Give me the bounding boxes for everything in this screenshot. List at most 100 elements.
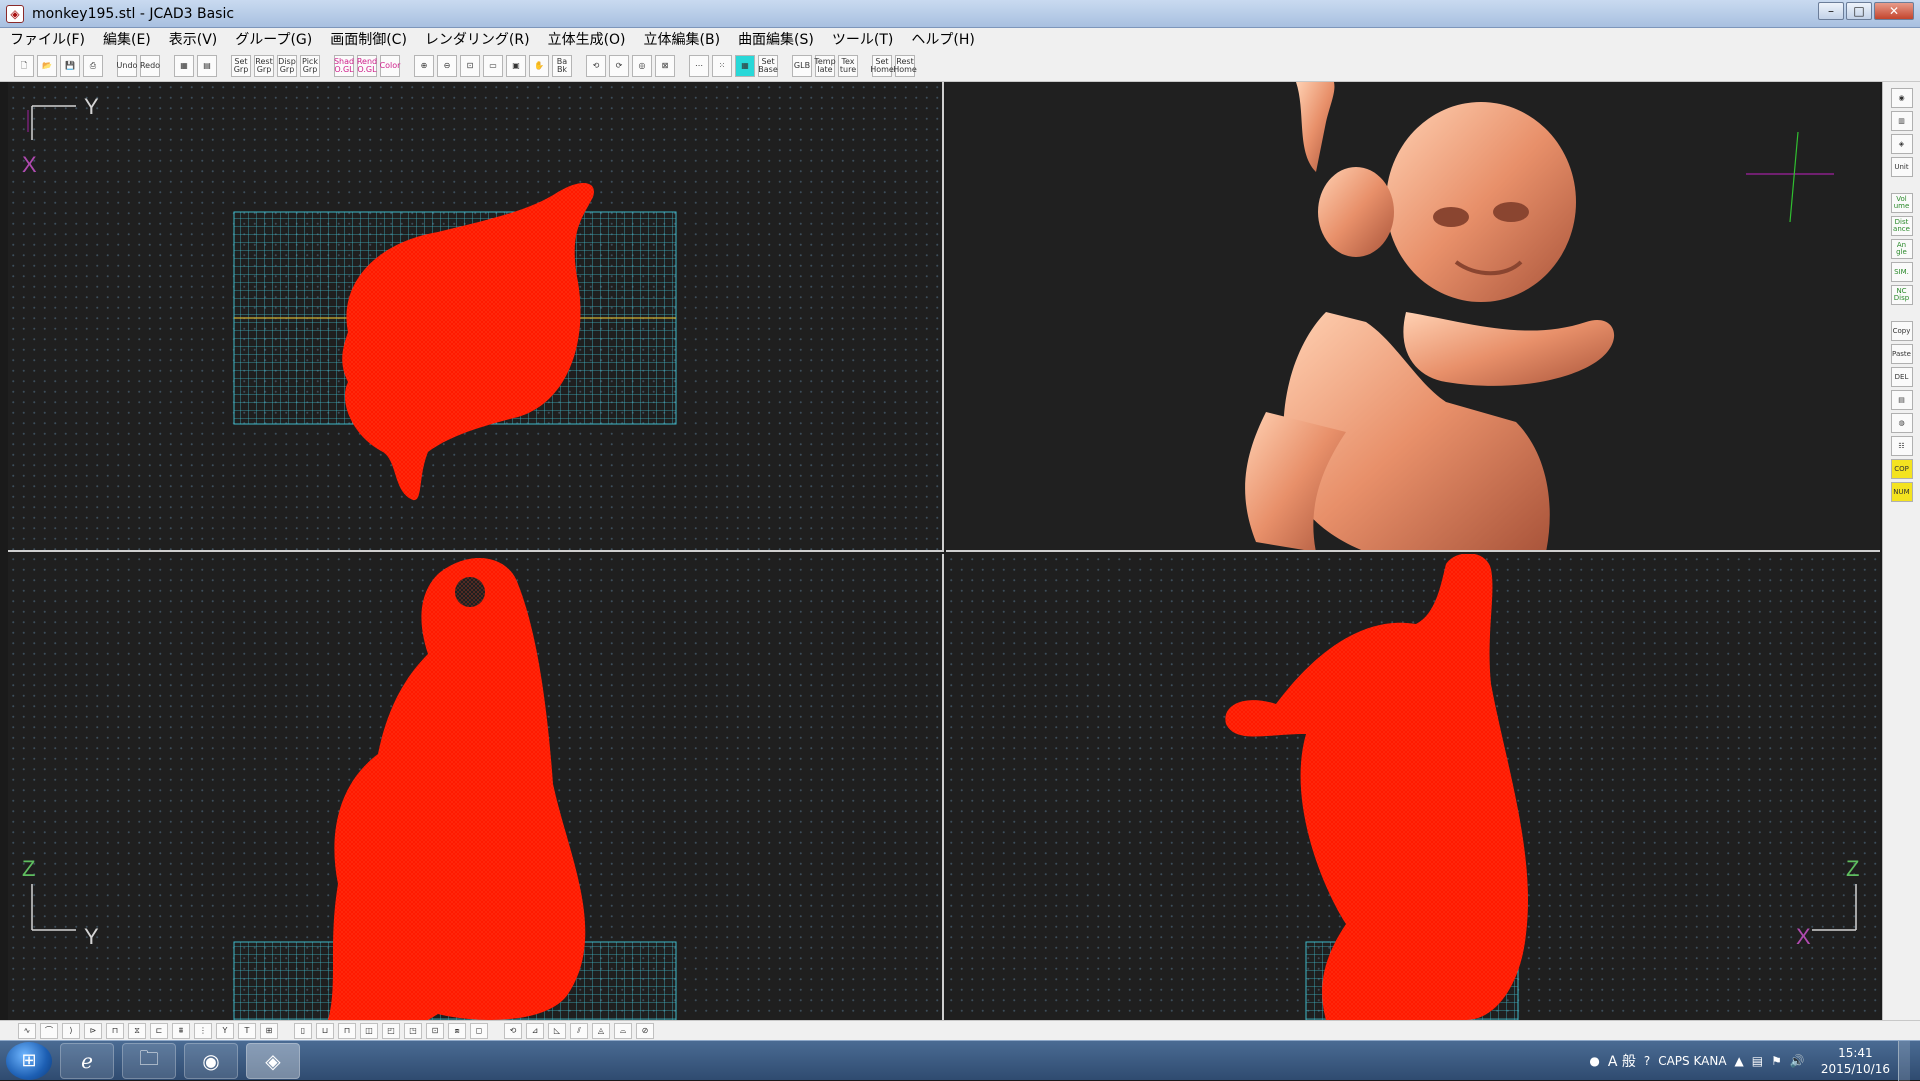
tool-icon[interactable]: ⊔ <box>316 1022 334 1039</box>
set-home-button[interactable]: Set Home <box>870 54 894 77</box>
eye-icon[interactable]: ◉ <box>1890 88 1913 108</box>
menu-view[interactable]: 表示(V) <box>167 29 220 49</box>
tool-icon[interactable]: ⫽ <box>570 1022 588 1039</box>
texture-button[interactable]: Tex ture <box>838 54 858 77</box>
maximize-button[interactable]: □ <box>1846 2 1872 20</box>
clock[interactable]: 15:41 2015/10/16 <box>1821 1045 1890 1077</box>
help-icon[interactable]: ? <box>1644 1054 1650 1068</box>
tool-icon[interactable]: ⋮ <box>194 1022 212 1039</box>
open-folder-icon[interactable]: 📂 <box>37 54 57 77</box>
layout-icon[interactable]: ▤ <box>197 54 217 77</box>
copy-button[interactable]: Copy <box>1890 321 1913 341</box>
ime-indicator[interactable]: A 般 <box>1608 1051 1636 1071</box>
zoom-window-icon[interactable]: ▭ <box>483 54 503 77</box>
menu-help[interactable]: ヘルプ(H) <box>909 29 976 49</box>
tool-icon[interactable]: Y <box>216 1022 234 1039</box>
printer-3d-icon[interactable]: ▥ <box>1890 111 1913 131</box>
menu-solid-create[interactable]: 立体生成(O) <box>546 29 628 49</box>
unit-button[interactable]: Unit <box>1890 157 1913 177</box>
grid-fine-icon[interactable]: ⁙ <box>712 54 732 77</box>
tree-icon[interactable]: ☷ <box>1890 436 1913 456</box>
paste-button[interactable]: Paste <box>1890 344 1913 364</box>
pick-group-button[interactable]: Pick Grp <box>300 54 320 77</box>
tool-icon[interactable]: ⧈ <box>448 1022 466 1039</box>
tool-icon[interactable]: ◫ <box>360 1022 378 1039</box>
rotate-view-2-icon[interactable]: ⟳ <box>609 54 629 77</box>
tray-expand-icon[interactable]: ▲ <box>1735 1054 1744 1068</box>
tool-icon[interactable]: ⟲ <box>504 1022 522 1039</box>
set-base-button[interactable]: Set Base <box>758 54 778 77</box>
tool-icon[interactable]: ∿ <box>18 1022 36 1039</box>
flag-icon[interactable]: ⚑ <box>1771 1054 1782 1068</box>
distance-button[interactable]: Dist ance <box>1890 216 1913 236</box>
tool-icon[interactable]: ⊿ <box>526 1022 544 1039</box>
tool-icon[interactable]: ⊘ <box>636 1022 654 1039</box>
tool-icon[interactable]: T <box>238 1022 256 1039</box>
object-icon[interactable]: ◍ <box>1890 413 1913 433</box>
menu-tools[interactable]: ツール(T) <box>830 29 895 49</box>
notification-icon[interactable]: ● <box>1589 1054 1599 1068</box>
viewport-perspective[interactable] <box>946 82 1880 552</box>
save-icon[interactable]: 💾 <box>60 54 80 77</box>
template-button[interactable]: Temp late <box>814 54 836 77</box>
tool-icon[interactable]: ◻ <box>470 1022 488 1039</box>
sim-button[interactable]: SIM. <box>1890 262 1913 282</box>
tool-icon[interactable]: ◬ <box>592 1022 610 1039</box>
menu-group[interactable]: グループ(G) <box>233 29 314 49</box>
view-select-icon[interactable]: ◎ <box>632 54 652 77</box>
redo-button[interactable]: Redo <box>140 54 160 77</box>
volume-icon[interactable]: 🔊 <box>1790 1054 1805 1068</box>
tool-icon[interactable]: ◺ <box>548 1022 566 1039</box>
zoom-fit-icon[interactable]: ⊡ <box>460 54 480 77</box>
menu-rendering[interactable]: レンダリング(R) <box>423 29 532 49</box>
volume-button[interactable]: Vol ume <box>1890 193 1913 213</box>
zoom-out-icon[interactable]: ⊖ <box>437 54 457 77</box>
tool-icon[interactable]: ⟩ <box>62 1022 80 1039</box>
jcad3-task-icon[interactable]: ◈ <box>246 1042 300 1079</box>
tool-icon[interactable]: ▯ <box>294 1022 312 1039</box>
menu-screen-control[interactable]: 画面制御(C) <box>328 29 409 49</box>
zoom-all-icon[interactable]: ▣ <box>506 54 526 77</box>
show-desktop-button[interactable] <box>1898 1041 1910 1081</box>
menu-solid-edit[interactable]: 立体編集(B) <box>642 29 723 49</box>
network-icon[interactable]: ▤ <box>1752 1054 1763 1068</box>
set-group-button[interactable]: Set Grp <box>231 54 251 77</box>
angle-button[interactable]: An gle <box>1890 239 1913 259</box>
tool-icon[interactable]: ⊡ <box>426 1022 444 1039</box>
menu-surface-edit[interactable]: 曲面編集(S) <box>736 29 816 49</box>
grid-toggle-icon[interactable]: ▦ <box>735 54 755 77</box>
layer-icon[interactable]: ▤ <box>1890 390 1913 410</box>
tool-icon[interactable]: ⊞ <box>260 1022 278 1039</box>
menu-file[interactable]: ファイル(F) <box>8 29 87 49</box>
color-button[interactable]: Color <box>380 54 400 77</box>
print-icon[interactable]: ⎙ <box>83 54 103 77</box>
new-file-icon[interactable]: 🗋 <box>14 54 34 77</box>
close-button[interactable]: ✕ <box>1874 2 1914 20</box>
tool-icon[interactable]: ◳ <box>404 1022 422 1039</box>
pan-hand-icon[interactable]: ✋ <box>529 54 549 77</box>
cop-toggle[interactable]: COP <box>1890 459 1913 479</box>
num-toggle[interactable]: NUM <box>1890 482 1913 502</box>
viewport-front[interactable]: Z Y <box>8 554 944 1020</box>
chrome-icon[interactable]: ◉ <box>184 1042 238 1079</box>
tool-icon[interactable]: ⊓ <box>338 1022 356 1039</box>
zoom-in-icon[interactable]: ⊕ <box>414 54 434 77</box>
tool-icon[interactable]: ⩩ <box>172 1022 190 1039</box>
glb-button[interactable]: GLB <box>792 54 812 77</box>
file-explorer-icon[interactable]: 🗀 <box>122 1042 176 1079</box>
measure-icon[interactable]: ◈ <box>1890 134 1913 154</box>
menu-edit[interactable]: 編集(E) <box>101 29 153 49</box>
back-view-button[interactable]: Ba Bk <box>552 54 572 77</box>
tool-icon[interactable]: ⊳ <box>84 1022 102 1039</box>
internet-explorer-icon[interactable]: ℯ <box>60 1042 114 1079</box>
tool-icon[interactable]: ⌓ <box>614 1022 632 1039</box>
grid-dots-icon[interactable]: ⋯ <box>689 54 709 77</box>
tool-icon[interactable]: ⌒ <box>40 1022 58 1039</box>
reset-home-button[interactable]: Rest Home <box>893 54 917 77</box>
render-opengl-button[interactable]: Rend O.GL <box>357 54 377 77</box>
app-icon[interactable]: ◈ <box>6 4 24 23</box>
delete-button[interactable]: DEL <box>1890 367 1913 387</box>
viewport-side[interactable]: Z X <box>946 554 1880 1020</box>
tool-icon[interactable]: ⊏ <box>150 1022 168 1039</box>
nc-display-button[interactable]: NC Disp <box>1890 285 1913 305</box>
